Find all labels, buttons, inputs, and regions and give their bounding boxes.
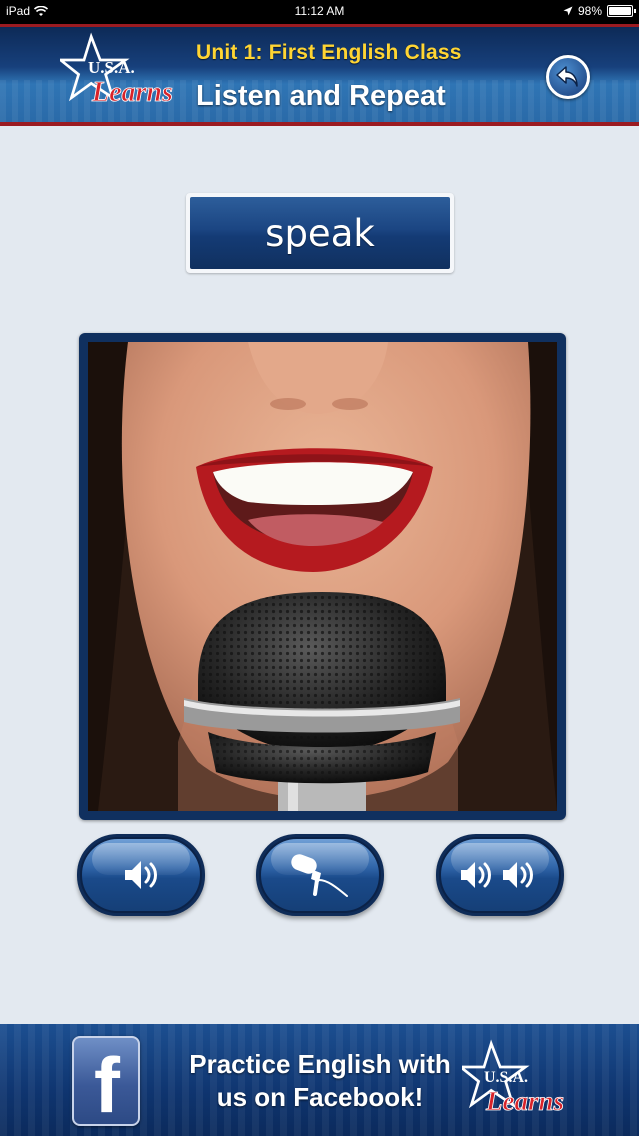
speaker-icon — [125, 861, 157, 889]
location-icon — [563, 6, 573, 16]
status-bar: iPad 11:12 AM 98% — [0, 0, 639, 24]
footer-logo-line1: U.S.A. — [484, 1069, 528, 1086]
word-card: speak — [186, 193, 454, 273]
facebook-promo-banner[interactable]: f Practice English with us on Facebook! … — [0, 1024, 639, 1136]
promo-line2: us on Facebook! — [216, 1082, 424, 1112]
facebook-glyph: f — [94, 1041, 120, 1126]
vocabulary-word: speak — [190, 197, 450, 269]
double-speaker-icon — [461, 862, 533, 888]
logo-line2: Learns — [91, 77, 173, 108]
battery-percent: 98% — [577, 4, 602, 18]
record-button[interactable] — [256, 834, 384, 916]
facebook-icon: f — [72, 1036, 140, 1126]
microphone-icon — [291, 854, 348, 897]
usa-learns-logo: U.S.A. Learns — [60, 32, 173, 108]
logo-line1: U.S.A. — [88, 58, 135, 77]
facebook-promo-text: Practice English with us on Facebook! — [180, 1048, 460, 1114]
back-button[interactable] — [546, 55, 590, 99]
back-arrow-icon — [556, 66, 578, 87]
playback-compare-button[interactable] — [436, 834, 564, 916]
usa-learns-footer-logo: U.S.A. Learns — [462, 1039, 564, 1116]
status-right: 98% — [563, 4, 636, 18]
activity-title: Listen and Repeat — [196, 80, 446, 112]
photo-frame — [79, 333, 566, 820]
status-time: 11:12 AM — [294, 4, 345, 18]
play-slow-button[interactable] — [77, 834, 205, 916]
header-banner: U.S.A. Learns Unit 1: First English Clas… — [0, 24, 639, 126]
promo-line1: Practice English with — [189, 1049, 451, 1079]
app-screen: iPad 11:12 AM 98% U.S.A. Learns Unit 1: — [0, 0, 639, 1136]
footer-logo-line2: Learns — [485, 1086, 564, 1116]
battery-fill — [609, 7, 631, 15]
unit-title: Unit 1: First English Class — [196, 41, 462, 64]
speaking-mouth-photo — [88, 342, 557, 811]
battery-icon — [607, 5, 636, 17]
